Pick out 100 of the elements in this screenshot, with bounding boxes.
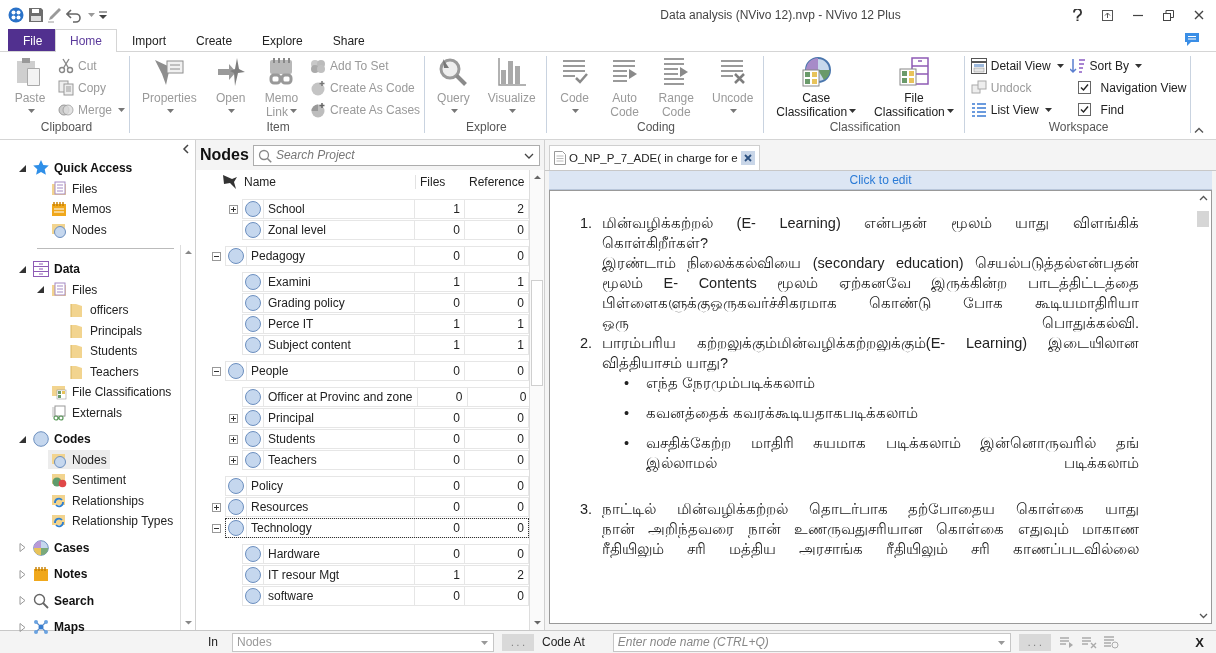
ribbon-tab[interactable]: Explore [247,29,318,51]
file-menu-button[interactable]: File [8,29,55,51]
nav-section[interactable]: Search [30,591,98,611]
pencil-icon[interactable] [48,7,62,23]
collapse-pane-icon[interactable] [182,144,189,154]
collapse-icon[interactable] [212,367,221,376]
nav-section[interactable]: Codes [30,429,94,449]
tree-row[interactable]: Grading policy 0 0 [242,293,529,313]
tree-row[interactable]: Hardware 0 0 [242,544,529,564]
collapse-icon[interactable] [212,252,221,261]
caret-icon[interactable] [1056,63,1064,68]
tree-row[interactable]: School 1 2 [242,199,529,219]
caret-icon[interactable] [1044,107,1052,112]
nav-section[interactable]: Data [30,259,83,279]
ribbon-tab[interactable]: Share [317,29,380,51]
tree-row[interactable]: Zonal level 0 0 [242,220,529,240]
tree-row[interactable]: Pedagogy 0 0 [225,246,529,266]
undo-icon[interactable] [66,7,82,23]
tree-row[interactable]: Resources 0 0 [225,497,529,517]
tree-row[interactable]: People 0 0 [225,361,529,381]
scrollbar-thumb[interactable] [531,280,543,386]
ribbon-tab[interactable]: Create [181,29,248,51]
nav-item[interactable]: officers [66,300,132,320]
ribbon-display-icon[interactable] [1102,9,1113,21]
caret-icon[interactable] [946,109,954,114]
tree-row[interactable]: Technology 0 0 [225,518,529,538]
nav-item[interactable]: Files [48,179,101,199]
nav-item[interactable]: Principals [66,321,146,341]
nav-item[interactable]: Nodes [48,220,110,240]
nav-item[interactable]: Sentiment [48,470,130,490]
table-cell: 0 [414,498,464,516]
nav-section[interactable]: Notes [30,564,91,584]
expand-icon[interactable] [229,435,238,444]
expand-icon[interactable] [212,503,221,512]
pin-icon[interactable] [220,174,240,190]
search-field[interactable]: Search Project [252,144,540,166]
checkbox-icon[interactable] [1077,81,1091,94]
expand-icon[interactable] [229,414,238,423]
tree-row[interactable]: Officer at Provinc and zone 0 0 [242,387,529,407]
table-cell: 0 [464,409,528,427]
scrollbar-thumb[interactable] [1197,211,1209,227]
chevron-down-icon[interactable] [524,152,534,159]
restore-icon[interactable] [1163,9,1174,21]
nav-item[interactable]: File Classifications [48,382,175,402]
nav-item[interactable]: Students [66,341,141,361]
nav-item[interactable]: Memos [48,199,115,219]
nav-item[interactable]: Relationship Types [48,511,177,531]
collapse-icon[interactable] [18,264,27,274]
ribbon-button[interactable]: List View [970,100,1064,119]
tree-row[interactable]: Students 0 0 [242,429,529,449]
dropdown-field[interactable]: Enter node name (CTRL+Q) [612,632,1011,652]
nav-section[interactable]: Maps [30,617,88,637]
ribbon-button[interactable]: Sort By [1069,56,1187,75]
ribbon-button[interactable]: Detail View [970,56,1064,75]
ribbon-button[interactable]: File Classification [868,56,960,119]
help-icon[interactable] [1073,9,1082,21]
app-logo-icon[interactable] [8,7,24,23]
checkbox-icon[interactable] [1077,103,1091,116]
collapse-ribbon-icon[interactable] [1194,127,1204,133]
column-header[interactable]: Files [415,175,465,189]
click-to-edit-bar[interactable]: Click to edit [549,171,1212,190]
nav-item[interactable]: Files [48,280,101,300]
ribbon-tab[interactable]: Home [55,29,117,52]
nav-item[interactable]: Externals [48,403,126,423]
tree-row[interactable]: Teachers 0 0 [242,450,529,470]
tree-row[interactable]: Principal 0 0 [242,408,529,428]
expand-icon[interactable] [229,456,238,465]
merge-icon [58,101,74,118]
tree-row[interactable]: IT resour Mgt 1 2 [242,565,529,585]
save-icon[interactable] [28,7,44,23]
checkbox-option[interactable]: Find [1069,100,1187,119]
tree-row[interactable]: software 0 0 [242,586,529,606]
ribbon-button[interactable]: Case Classification [770,56,863,119]
comment-icon[interactable] [1184,32,1200,47]
column-header[interactable]: Name [240,175,415,189]
ribbon-tab[interactable]: Import [117,29,182,51]
collapse-icon[interactable] [36,285,45,295]
nav-item[interactable]: Nodes [48,450,110,470]
nav-section[interactable]: Quick Access [30,158,136,178]
close-icon[interactable] [740,151,755,165]
customize-toolbar-icon[interactable] [99,11,107,19]
checkbox-option[interactable]: Navigation View [1069,78,1187,97]
nav-item[interactable]: Relationships [48,491,148,511]
tree-row[interactable]: Subject content 1 1 [242,335,529,355]
tree-row[interactable]: Policy 0 0 [225,476,529,496]
tree-row[interactable]: Examini 1 1 [242,272,529,292]
expand-icon[interactable] [229,205,238,214]
close-button[interactable]: X [1195,634,1204,650]
caret-icon[interactable] [1134,63,1142,68]
tree-row[interactable]: Perce IT 1 1 [242,314,529,334]
document-tab[interactable]: O_NP_P_7_ADE( in charge for e [549,145,760,170]
nav-section[interactable]: Cases [30,538,93,558]
nav-item[interactable]: Teachers [66,362,142,382]
close-icon[interactable] [1194,10,1204,20]
collapse-icon[interactable] [212,524,221,533]
column-header[interactable]: Reference [465,175,529,189]
text-line: ஒரு பொதுக்கல்வி. [602,314,1139,333]
collapse-icon[interactable] [18,434,27,444]
collapse-icon[interactable] [18,163,27,173]
caret-icon[interactable] [849,109,857,114]
